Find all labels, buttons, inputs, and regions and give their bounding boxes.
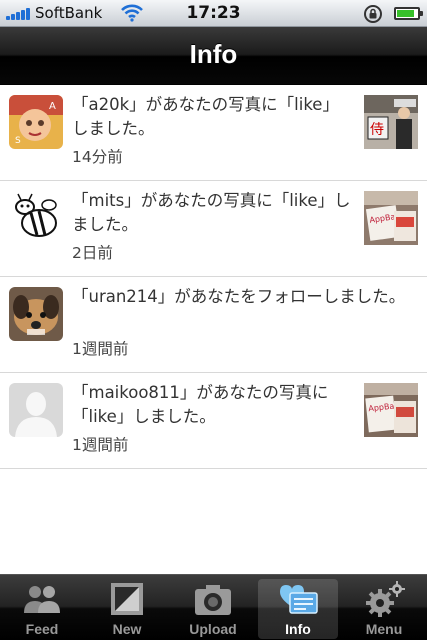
default-user-avatar[interactable] — [9, 383, 63, 437]
notification-message: 「mits」があなたの写真に「like」しました。 — [72, 191, 351, 234]
page-title: Info — [189, 39, 238, 69]
tab-info[interactable]: Info — [258, 579, 338, 639]
notification-row[interactable]: 「maikoo811」があなたの写真に「like」しました。 1週間前 AppB… — [0, 373, 427, 469]
notification-row[interactable]: 「mits」があなたの写真に「like」しました。 2日前 AppBank — [0, 181, 427, 277]
notification-row[interactable]: 「uran214」があなたをフォローしました。 1週間前 — [0, 277, 427, 373]
tab-feed[interactable]: Feed — [2, 579, 82, 639]
liked-photo-thumbnail[interactable]: AppBank — [364, 191, 418, 245]
notification-row[interactable]: A S 「a20k」があなたの写真に「like」しました。 14分前 侍 — [0, 85, 427, 181]
notification-message: 「uran214」があなたをフォローしました。 — [72, 287, 406, 306]
notification-time: 1週間前 — [72, 436, 129, 454]
svg-text:侍: 侍 — [370, 122, 384, 138]
notification-message: 「maikoo811」があなたの写真に「like」しました。 — [72, 383, 329, 426]
notification-list[interactable]: A S 「a20k」があなたの写真に「like」しました。 14分前 侍 「mi… — [0, 85, 427, 469]
dog-photo-avatar[interactable] — [9, 287, 63, 341]
picture-frame-icon — [111, 583, 143, 615]
people-icon — [24, 586, 60, 613]
tab-label: Upload — [189, 621, 237, 637]
camera-icon — [195, 585, 231, 615]
notification-time: 1週間前 — [72, 340, 129, 358]
tab-label: New — [112, 621, 142, 637]
tab-label: Info — [285, 621, 311, 637]
notification-message: 「a20k」があなたの写真に「like」しました。 — [72, 95, 339, 138]
tab-label: Feed — [25, 621, 59, 637]
liked-photo-thumbnail[interactable]: AppBank — [364, 383, 418, 437]
user-photo-avatar[interactable]: A S — [9, 95, 63, 149]
status-bar: SoftBank 17:23 — [0, 0, 427, 27]
notification-time: 2日前 — [72, 244, 113, 262]
tab-menu[interactable]: Menu — [344, 579, 424, 639]
battery-icon — [394, 7, 423, 20]
bee-drawing-avatar[interactable] — [9, 191, 63, 245]
liked-photo-thumbnail[interactable]: 侍 — [364, 95, 418, 149]
tab-upload[interactable]: Upload — [173, 579, 253, 639]
heart-message-icon — [280, 585, 318, 614]
tab-bar: Feed New Upload Info Menu — [0, 574, 427, 640]
svg-text:A: A — [49, 101, 56, 112]
tab-new[interactable]: New — [87, 579, 167, 639]
notification-time: 14分前 — [72, 148, 123, 166]
gear-icon — [366, 581, 405, 617]
tab-label: Menu — [365, 621, 403, 637]
navigation-bar: Info — [0, 27, 427, 85]
rotation-lock-icon — [364, 5, 382, 23]
svg-text:S: S — [15, 136, 21, 146]
